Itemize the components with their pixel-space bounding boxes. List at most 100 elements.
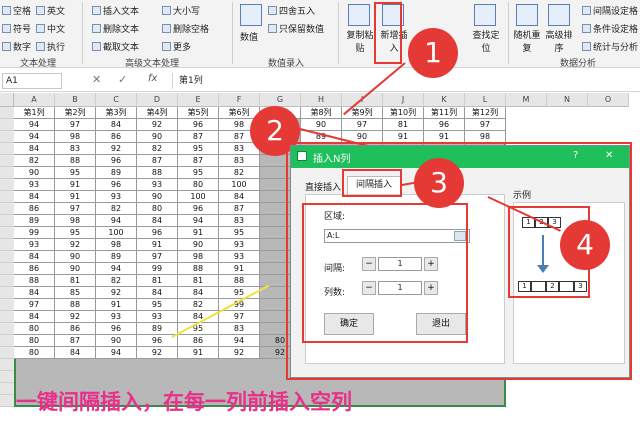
table-cell[interactable]: 98 (96, 239, 137, 251)
ribbon-item-delete-text[interactable]: 删除文本 (92, 22, 139, 35)
table-cell[interactable]: 91 (55, 179, 96, 191)
ribbon-item-symbol[interactable]: 符号 (2, 22, 31, 35)
cancel-icon[interactable]: ✕ (92, 73, 101, 86)
table-cell[interactable]: 84 (14, 251, 55, 263)
table-cell[interactable]: 87 (137, 155, 178, 167)
row-header[interactable] (0, 167, 14, 179)
table-cell[interactable]: 96 (178, 119, 219, 131)
table-cell[interactable]: 91 (55, 191, 96, 203)
table-cell[interactable]: 81 (383, 119, 424, 131)
row-header[interactable] (0, 131, 14, 143)
table-cell[interactable]: 86 (96, 131, 137, 143)
table-cell[interactable]: 88 (14, 275, 55, 287)
ribbon-button-random-repeat[interactable]: 随机重复 (512, 28, 542, 54)
ribbon-button-copy-paste[interactable]: 复制粘贴 (344, 28, 376, 54)
table-cell[interactable]: 87 (178, 131, 219, 143)
table-cell[interactable]: 93 (137, 179, 178, 191)
table-cell[interactable]: 90 (137, 191, 178, 203)
ribbon-item-chinese[interactable]: 中文 (36, 22, 65, 35)
table-cell[interactable]: 86 (14, 203, 55, 215)
row-header[interactable] (0, 203, 14, 215)
copy-paste-icon[interactable] (348, 4, 370, 26)
table-cell[interactable]: 87 (55, 335, 96, 347)
table-cell[interactable]: 81 (178, 275, 219, 287)
formula-input[interactable]: 第1列 (172, 73, 638, 89)
ribbon-button-advanced-sort[interactable]: 高级排序 (544, 28, 574, 54)
table-cell[interactable]: 93 (137, 311, 178, 323)
row-header[interactable] (0, 191, 14, 203)
row-header[interactable] (0, 239, 14, 251)
column-header[interactable]: K (424, 93, 465, 107)
table-cell[interactable]: 94 (14, 119, 55, 131)
table-cell[interactable]: 86 (55, 323, 96, 335)
table-cell[interactable]: 97 (55, 119, 96, 131)
table-cell[interactable]: 97 (55, 203, 96, 215)
table-cell[interactable]: 80 (178, 179, 219, 191)
column-header[interactable]: F (219, 93, 260, 107)
ribbon-item-delete-space[interactable]: 删除空格 (162, 22, 209, 35)
row-header[interactable] (0, 227, 14, 239)
table-cell[interactable]: 94 (14, 131, 55, 143)
table-cell[interactable]: 96 (96, 155, 137, 167)
column-header[interactable]: M (506, 93, 547, 107)
table-cell[interactable]: 93 (14, 179, 55, 191)
table-cell[interactable]: 95 (55, 227, 96, 239)
table-cell[interactable]: 99 (137, 263, 178, 275)
ribbon-item-interval-format[interactable]: 间隔设定格 (582, 4, 638, 17)
row-header[interactable] (0, 371, 14, 383)
column-header[interactable]: H (301, 93, 342, 107)
column-header[interactable]: C (96, 93, 137, 107)
table-cell[interactable]: 90 (55, 263, 96, 275)
row-header[interactable] (0, 215, 14, 227)
table-cell[interactable]: 97 (137, 251, 178, 263)
table-cell[interactable]: 84 (178, 287, 219, 299)
table-cell[interactable]: 83 (219, 155, 260, 167)
row-header[interactable] (0, 347, 14, 359)
row-header[interactable] (0, 323, 14, 335)
table-cell[interactable]: 91 (137, 239, 178, 251)
row-header[interactable] (0, 179, 14, 191)
confirm-icon[interactable]: ✓ (118, 73, 127, 86)
table-cell[interactable]: 86 (14, 263, 55, 275)
table-cell[interactable]: 88 (55, 155, 96, 167)
table-cell[interactable]: 96 (424, 119, 465, 131)
table-cell[interactable]: 84 (14, 287, 55, 299)
name-box[interactable]: A1 (2, 73, 62, 89)
table-cell[interactable]: 94 (96, 347, 137, 359)
table-cell[interactable]: 84 (96, 119, 137, 131)
ribbon-item-cut-text[interactable]: 截取文本 (92, 40, 139, 53)
ribbon-item-round[interactable]: 四舍五入 (268, 4, 315, 17)
table-cell[interactable]: 82 (96, 275, 137, 287)
header-cell[interactable]: 第11列 (424, 107, 465, 119)
table-cell[interactable]: 80 (14, 347, 55, 359)
header-cell[interactable]: 第10列 (383, 107, 424, 119)
table-cell[interactable]: 89 (137, 323, 178, 335)
table-cell[interactable]: 96 (96, 323, 137, 335)
table-cell[interactable]: 92 (137, 119, 178, 131)
row-header[interactable] (0, 251, 14, 263)
find-locate-icon[interactable] (474, 4, 496, 26)
table-cell[interactable]: 93 (14, 239, 55, 251)
header-cell[interactable]: 第8列 (301, 107, 342, 119)
table-cell[interactable]: 98 (55, 131, 96, 143)
table-cell[interactable]: 91 (178, 347, 219, 359)
table-cell[interactable]: 97 (14, 299, 55, 311)
table-cell[interactable]: 84 (14, 191, 55, 203)
row-header[interactable] (0, 335, 14, 347)
column-header[interactable]: A (14, 93, 55, 107)
table-cell[interactable]: 96 (178, 203, 219, 215)
table-cell[interactable]: 83 (55, 143, 96, 155)
ribbon-item-case[interactable]: 大小写 (162, 4, 200, 17)
table-cell[interactable]: 88 (178, 263, 219, 275)
table-cell[interactable]: 89 (96, 251, 137, 263)
table-cell[interactable]: 97 (465, 119, 506, 131)
table-cell[interactable]: 97 (219, 311, 260, 323)
row-header[interactable] (0, 395, 14, 407)
ribbon-item-condition-format[interactable]: 条件设定格 (582, 22, 638, 35)
table-cell[interactable]: 86 (178, 335, 219, 347)
column-header[interactable]: E (178, 93, 219, 107)
ribbon-item-execute[interactable]: 执行 (36, 40, 65, 53)
table-cell[interactable]: 83 (219, 323, 260, 335)
table-cell[interactable]: 90 (55, 251, 96, 263)
ribbon-item-stats[interactable]: 统计与分析 (582, 40, 638, 53)
